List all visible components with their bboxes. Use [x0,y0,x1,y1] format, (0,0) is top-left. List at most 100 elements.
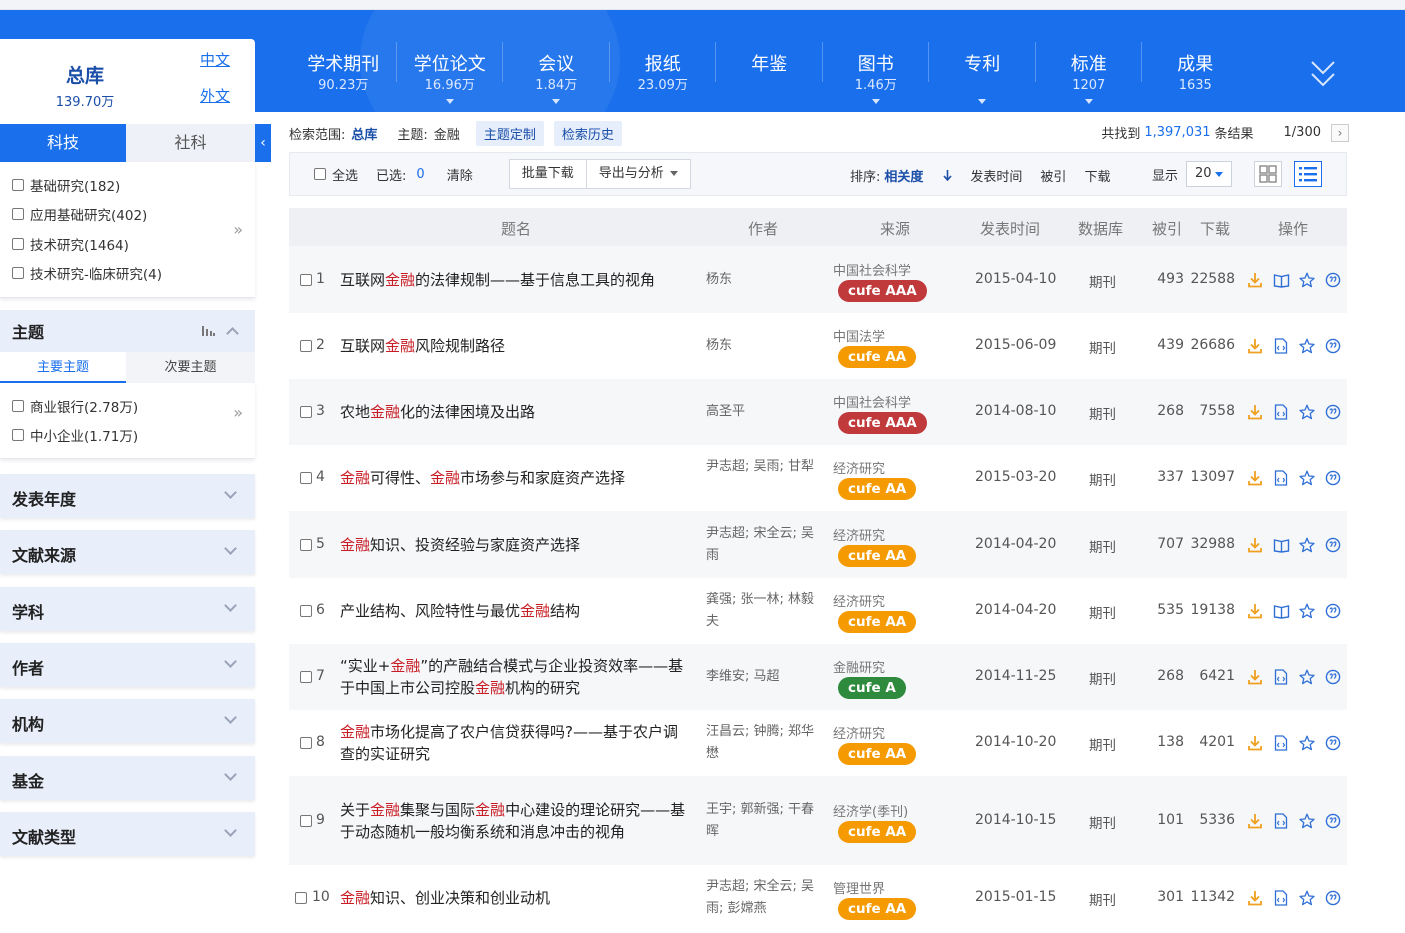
read-book-icon[interactable] [1268,536,1294,554]
row-checkbox[interactable] [295,892,307,904]
row-title-link[interactable]: 互联网金融风险规制路径 [340,335,692,357]
row-checkbox[interactable] [300,406,312,418]
chart-icon[interactable] [201,324,215,340]
star-icon[interactable] [1294,602,1320,620]
facet-2[interactable]: 文献来源 [0,530,255,575]
row-source[interactable]: 经济研究 [833,458,885,477]
db-tab-5[interactable]: 年鉴 [716,10,823,112]
row-checkbox[interactable] [300,273,312,286]
tab-social-science[interactable]: 社科 [126,124,255,162]
star-icon[interactable] [1294,889,1320,907]
read-book-icon[interactable] [1268,602,1294,620]
db-tab-3[interactable]: 会议 1.84万 [503,10,610,112]
star-icon[interactable] [1294,469,1320,487]
checkbox[interactable] [12,178,24,191]
library-selector[interactable]: 总库 139.70万 中文 外文 [0,39,255,116]
page-size-select[interactable]: 20 [1186,161,1233,187]
checkbox[interactable] [12,429,24,442]
chevron-down-icon[interactable] [224,711,237,725]
chinese-link[interactable]: 中文 [200,49,230,70]
star-icon[interactable] [1294,668,1320,686]
category-item[interactable]: 基础研究(182) [0,170,255,200]
db-tab-8[interactable]: 标准 1207 [1036,10,1142,112]
download-icon[interactable] [1242,337,1268,355]
topic-item[interactable]: 商业银行(2.78万) [0,391,255,421]
chevron-down-icon[interactable] [224,542,237,556]
sort-citation[interactable]: 被引 [1040,166,1066,185]
read-book-icon[interactable] [1268,271,1294,289]
db-tab-7[interactable]: 专利 [929,10,1036,112]
download-icon[interactable] [1242,469,1268,487]
chevron-down-icon[interactable] [224,598,237,612]
html-read-icon[interactable] [1268,734,1294,752]
collapse-sidebar-button[interactable]: ‹ [255,124,271,162]
quote-icon[interactable] [1320,337,1346,355]
row-title-link[interactable]: “实业+金融”的产融结合模式与企业投资效率——基于中国上市公司控股金融机构的研究 [340,655,692,699]
row-source[interactable]: 经济学(季刊) [833,801,908,820]
html-read-icon[interactable] [1268,668,1294,686]
html-read-icon[interactable] [1268,812,1294,830]
chevron-down-icon[interactable] [224,767,237,781]
download-icon[interactable] [1242,602,1268,620]
topic-custom-button[interactable]: 主题定制 [475,120,544,146]
checkbox[interactable] [12,208,24,221]
row-checkbox[interactable] [300,605,312,617]
facet-5[interactable]: 机构 [0,699,255,744]
row-author[interactable]: 李维安; 马超 [706,666,820,688]
quote-icon[interactable] [1320,469,1346,487]
row-author[interactable]: 杨东 [706,335,820,357]
row-source[interactable]: 中国社会科学 [833,392,911,411]
select-all-checkbox[interactable]: 全选 [314,165,358,184]
quote-icon[interactable] [1320,734,1346,752]
row-source[interactable]: 金融研究 [833,657,885,676]
row-author[interactable]: 杨东 [706,269,820,291]
checkbox[interactable] [12,237,24,250]
row-source[interactable]: 经济研究 [833,591,885,610]
row-title-link[interactable]: 金融可得性、金融市场参与和家庭资产选择 [340,467,692,489]
download-icon[interactable] [1242,812,1268,830]
row-title-link[interactable]: 金融市场化提高了农户信贷获得吗?——基于农户调查的实证研究 [340,721,692,765]
quote-icon[interactable] [1320,668,1346,686]
quote-icon[interactable] [1320,812,1346,830]
html-read-icon[interactable] [1268,889,1294,907]
export-analysis-button[interactable]: 导出与分析 [586,159,691,189]
topic-item[interactable]: 中小企业(1.71万) [0,421,255,451]
download-icon[interactable] [1242,734,1268,752]
star-icon[interactable] [1294,812,1320,830]
sort-download[interactable]: 下载 [1084,166,1110,185]
chevron-up-icon[interactable] [226,327,239,340]
download-icon[interactable] [1242,889,1268,907]
row-author[interactable]: 尹志超; 宋全云; 吴雨 [706,523,820,567]
star-icon[interactable] [1294,536,1320,554]
row-author[interactable]: 尹志超; 吴雨; 甘犁 [706,456,820,478]
db-tab-2[interactable]: 学位论文 16.96万 [397,10,503,112]
facet-3[interactable]: 学科 [0,586,255,631]
download-icon[interactable] [1242,536,1268,554]
download-icon[interactable] [1242,668,1268,686]
db-tab-1[interactable]: 学术期刊 90.23万 [290,10,397,112]
topic-more-icon[interactable]: » [233,403,243,422]
tab-secondary-topic[interactable]: 次要主题 [126,352,255,383]
select-all-box[interactable] [314,168,326,180]
clear-button[interactable]: 清除 [447,165,473,184]
row-checkbox[interactable] [300,814,312,827]
row-title-link[interactable]: 金融知识、投资经验与家庭资产选择 [340,534,692,556]
quote-icon[interactable] [1320,602,1346,620]
tab-science[interactable]: 科技 [0,124,126,162]
row-checkbox[interactable] [300,538,312,551]
category-item[interactable]: 应用基础研究(402) [0,200,255,230]
chevron-down-icon[interactable] [224,655,237,668]
category-more-icon[interactable]: » [233,220,243,239]
next-page-button[interactable]: › [1331,123,1349,142]
star-icon[interactable] [1294,271,1320,289]
grid-view-button[interactable] [1254,161,1282,187]
html-read-icon[interactable] [1268,403,1294,421]
star-icon[interactable] [1294,734,1320,752]
row-checkbox[interactable] [300,472,312,484]
star-icon[interactable] [1294,337,1320,355]
quote-icon[interactable] [1320,536,1346,554]
row-title-link[interactable]: 金融知识、创业决策和创业动机 [340,887,692,909]
facet-6[interactable]: 基金 [0,755,255,800]
html-read-icon[interactable] [1268,469,1294,487]
quote-icon[interactable] [1320,889,1346,907]
